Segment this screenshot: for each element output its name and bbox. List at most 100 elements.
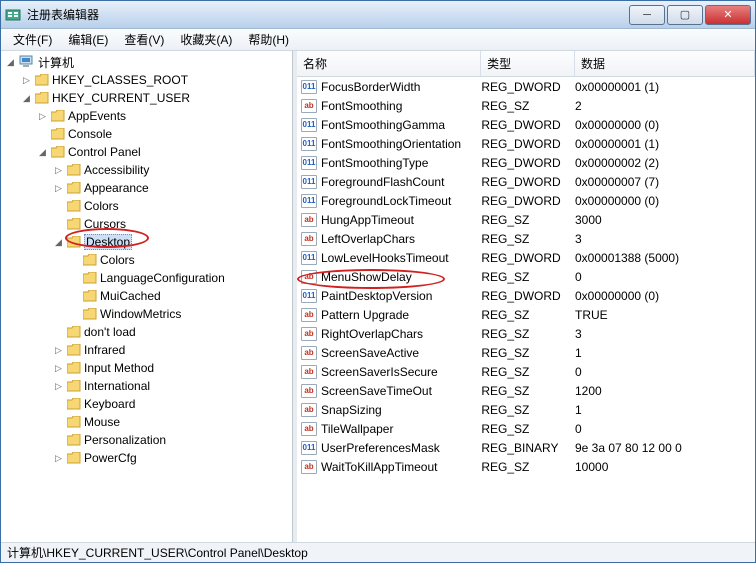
list-row[interactable]: abScreenSaveActiveREG_SZ1 <box>297 343 755 362</box>
expand-icon[interactable]: ▷ <box>37 111 48 122</box>
collapse-icon[interactable]: ◢ <box>21 93 32 104</box>
folder-icon <box>35 92 49 104</box>
minimize-button[interactable]: ─ <box>629 5 665 25</box>
folder-icon <box>83 254 97 266</box>
list-row[interactable]: abLeftOverlapCharsREG_SZ3 <box>297 229 755 248</box>
expand-icon[interactable]: ▷ <box>53 453 64 464</box>
list-row[interactable]: abWaitToKillAppTimeoutREG_SZ10000 <box>297 457 755 476</box>
value-data: 1200 <box>575 384 755 398</box>
list-header: 名称 类型 数据 <box>297 51 755 77</box>
expand-icon[interactable]: ▷ <box>53 183 64 194</box>
tree-node-hkcr[interactable]: ▷HKEY_CLASSES_ROOT <box>21 71 290 89</box>
list-row[interactable]: abMenuShowDelayREG_SZ0 <box>297 267 755 286</box>
list-row[interactable]: 011PaintDesktopVersionREG_DWORD0x0000000… <box>297 286 755 305</box>
close-button[interactable]: ✕ <box>705 5 751 25</box>
tree-node-keyboard[interactable]: ▷Keyboard <box>53 395 290 413</box>
list-row[interactable]: abRightOverlapCharsREG_SZ3 <box>297 324 755 343</box>
menu-favorites[interactable]: 收藏夹(A) <box>172 29 240 50</box>
list-row[interactable]: 011ForegroundLockTimeoutREG_DWORD0x00000… <box>297 191 755 210</box>
value-string-icon: ab <box>301 384 317 398</box>
tree-node-accessibility[interactable]: ▷Accessibility <box>53 161 290 179</box>
folder-icon <box>51 110 65 122</box>
menu-help[interactable]: 帮助(H) <box>240 29 297 50</box>
tree-node-desktop[interactable]: ◢Desktop <box>53 233 290 251</box>
list-row[interactable]: abPattern UpgradeREG_SZTRUE <box>297 305 755 324</box>
value-name: ForegroundFlashCount <box>321 175 444 189</box>
tree-node-mouse[interactable]: ▷Mouse <box>53 413 290 431</box>
expand-icon[interactable]: ▷ <box>53 381 64 392</box>
list-row[interactable]: 011FontSmoothingTypeREG_DWORD0x00000002 … <box>297 153 755 172</box>
tree-node-personalization[interactable]: ▷Personalization <box>53 431 290 449</box>
folder-icon <box>83 272 97 284</box>
list-row[interactable]: 011UserPreferencesMaskREG_BINARY9e 3a 07… <box>297 438 755 457</box>
expand-icon[interactable]: ▷ <box>53 165 64 176</box>
collapse-icon[interactable]: ◢ <box>5 57 16 68</box>
value-binary-icon: 011 <box>301 137 317 151</box>
column-header-name[interactable]: 名称 <box>297 51 481 76</box>
value-type: REG_SZ <box>481 99 575 113</box>
expand-icon[interactable]: ▷ <box>21 75 32 86</box>
list-row[interactable]: abHungAppTimeoutREG_SZ3000 <box>297 210 755 229</box>
list-row[interactable]: abScreenSaverIsSecureREG_SZ0 <box>297 362 755 381</box>
column-header-data[interactable]: 数据 <box>575 51 755 76</box>
tree-node-appearance[interactable]: ▷ Appearance <box>53 179 290 197</box>
list-row[interactable]: abTileWallpaperREG_SZ0 <box>297 419 755 438</box>
tree-node-windowmetrics[interactable]: ▷WindowMetrics <box>69 305 290 323</box>
menu-edit[interactable]: 编辑(E) <box>60 29 116 50</box>
tree-node-colors[interactable]: ▷Colors <box>53 197 290 215</box>
value-data: TRUE <box>575 308 755 322</box>
tree-node-powercfg[interactable]: ▷PowerCfg <box>53 449 290 467</box>
tree-node-cursors[interactable]: ▷Cursors <box>53 215 290 233</box>
tree-node-international[interactable]: ▷International <box>53 377 290 395</box>
list-row[interactable]: 011FontSmoothingGammaREG_DWORD0x00000000… <box>297 115 755 134</box>
list-body: 011FocusBorderWidthREG_DWORD0x00000001 (… <box>297 77 755 476</box>
tree-node-desktop-colors[interactable]: ▷Colors <box>69 251 290 269</box>
folder-icon <box>67 164 81 176</box>
folder-icon <box>35 74 49 86</box>
value-data: 0x00000000 (0) <box>575 194 755 208</box>
values-list-pane[interactable]: 名称 类型 数据 011FocusBorderWidthREG_DWORD0x0… <box>297 51 755 542</box>
tree-node-inputmethod[interactable]: ▷Input Method <box>53 359 290 377</box>
list-row[interactable]: 011FontSmoothingOrientationREG_DWORD0x00… <box>297 134 755 153</box>
tree-node-langconfig[interactable]: ▷LanguageConfiguration <box>69 269 290 287</box>
tree-label: don't load <box>84 325 136 339</box>
tree-node-infrared[interactable]: ▷Infrared <box>53 341 290 359</box>
list-row[interactable]: abFontSmoothingREG_SZ2 <box>297 96 755 115</box>
value-string-icon: ab <box>301 327 317 341</box>
column-header-type[interactable]: 类型 <box>481 51 575 76</box>
tree-label: 计算机 <box>38 54 74 71</box>
tree-pane[interactable]: ◢ 计算机 ▷HKEY_CLASSES_ROOT ◢HKEY_CURRENT_U… <box>1 51 293 542</box>
tree-node-computer[interactable]: ◢ 计算机 <box>5 53 290 71</box>
list-row[interactable]: 011ForegroundFlashCountREG_DWORD0x000000… <box>297 172 755 191</box>
menu-view[interactable]: 查看(V) <box>116 29 172 50</box>
list-row[interactable]: 011LowLevelHooksTimeoutREG_DWORD0x000013… <box>297 248 755 267</box>
list-row[interactable]: abScreenSaveTimeOutREG_SZ1200 <box>297 381 755 400</box>
tree-label: Keyboard <box>84 397 135 411</box>
tree-node-appevents[interactable]: ▷AppEvents <box>37 107 290 125</box>
value-name: HungAppTimeout <box>321 213 414 227</box>
computer-icon <box>19 55 35 69</box>
tree-label: Console <box>68 127 112 141</box>
value-type: REG_SZ <box>481 213 575 227</box>
statusbar: 计算机\HKEY_CURRENT_USER\Control Panel\Desk… <box>1 542 755 562</box>
tree-label: Appearance <box>84 181 149 195</box>
titlebar[interactable]: 注册表编辑器 ─ ▢ ✕ <box>1 1 755 29</box>
collapse-icon[interactable]: ◢ <box>37 147 48 158</box>
tree-node-dontload[interactable]: ▷don't load <box>53 323 290 341</box>
tree-node-hkcu[interactable]: ◢HKEY_CURRENT_USER <box>21 89 290 107</box>
value-binary-icon: 011 <box>301 80 317 94</box>
tree-node-muicached[interactable]: ▷MuiCached <box>69 287 290 305</box>
list-row[interactable]: 011FocusBorderWidthREG_DWORD0x00000001 (… <box>297 77 755 96</box>
maximize-button[interactable]: ▢ <box>667 5 703 25</box>
tree-node-controlpanel[interactable]: ◢Control Panel <box>37 143 290 161</box>
folder-icon <box>67 218 81 230</box>
menu-file[interactable]: 文件(F) <box>5 29 60 50</box>
tree-node-console[interactable]: ▷Console <box>37 125 290 143</box>
value-type: REG_SZ <box>481 422 575 436</box>
expand-icon[interactable]: ▷ <box>53 345 64 356</box>
collapse-icon[interactable]: ◢ <box>53 237 64 248</box>
content-area: ◢ 计算机 ▷HKEY_CLASSES_ROOT ◢HKEY_CURRENT_U… <box>1 51 755 542</box>
value-string-icon: ab <box>301 270 317 284</box>
list-row[interactable]: abSnapSizingREG_SZ1 <box>297 400 755 419</box>
expand-icon[interactable]: ▷ <box>53 363 64 374</box>
